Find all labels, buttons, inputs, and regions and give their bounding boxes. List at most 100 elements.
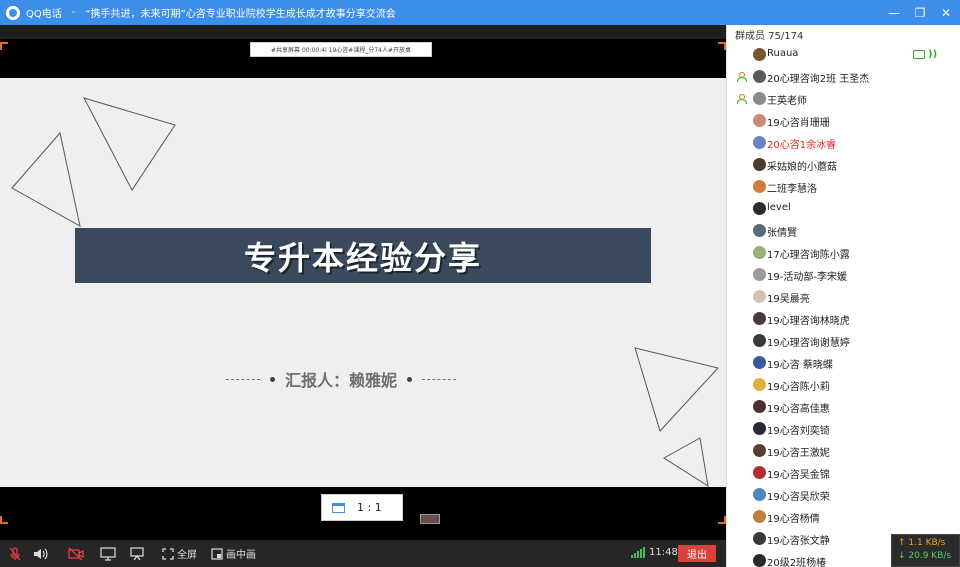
member-row[interactable]: 19心咨杨倩 <box>727 506 960 528</box>
member-row[interactable]: 19心咨 蔡晓蝶 <box>727 352 960 374</box>
avatar <box>753 180 766 193</box>
slide-reporter-line: 汇报人：赖雅妮 <box>216 368 466 390</box>
speaking-indicator: )) <box>913 49 937 60</box>
presenter-thumbnail[interactable] <box>420 514 440 524</box>
member-row[interactable]: 19-活动部-李宋媛 <box>727 264 960 286</box>
slide-reporter: 汇报人：赖雅妮 <box>284 371 397 390</box>
avatar <box>753 532 766 545</box>
avatar <box>753 312 766 325</box>
screen-share-icon <box>913 50 925 59</box>
avatar <box>753 510 766 523</box>
member-row[interactable]: 19心咨吴欣荣 <box>727 484 960 506</box>
speaker-icon[interactable] <box>32 540 48 567</box>
member-name: 二班李慧洛 <box>767 184 817 195</box>
member-row[interactable]: 20心理咨询2班 王圣杰 <box>727 66 960 88</box>
member-row[interactable]: 采姑娘的小蘑菇 <box>727 154 960 176</box>
member-name: 19心咨陈小莉 <box>767 382 830 393</box>
presentation-icon[interactable] <box>129 540 145 567</box>
ratio-label: 1 : 1 <box>357 501 382 514</box>
member-name: 19心咨王激妮 <box>767 448 830 459</box>
member-row[interactable]: level <box>727 198 960 220</box>
close-button[interactable]: ✕ <box>938 5 954 21</box>
member-name: 20心理咨询2班 王圣杰 <box>767 74 870 85</box>
member-row[interactable]: 19心咨高佳惠 <box>727 396 960 418</box>
corner-marker <box>718 516 726 524</box>
member-row[interactable]: 19心咨肖珊珊 <box>727 110 960 132</box>
member-name: 19心咨吴欣荣 <box>767 492 830 503</box>
avatar <box>753 554 766 567</box>
avatar <box>753 246 766 259</box>
avatar <box>753 158 766 171</box>
share-status-strip: #共享屏幕 00:00:4l 19心咨#课程_分74人#开放桌 <box>250 42 432 57</box>
leave-call-button[interactable]: 退出 <box>678 545 716 562</box>
restore-button[interactable]: ❐ <box>912 5 928 21</box>
member-name: 19-活动部-李宋媛 <box>767 272 847 283</box>
member-row[interactable]: 17心理咨询陈小露 <box>727 242 960 264</box>
avatar <box>753 70 766 83</box>
window-title: “携手共进，未来可期”心咨专业职业院校学生成长成才故事分享交流会 <box>85 9 396 20</box>
avatar <box>753 444 766 457</box>
member-row[interactable]: 20心咨1余冰睿 <box>727 132 960 154</box>
title-separator: - <box>71 7 76 18</box>
member-row[interactable]: 19心咨刘奕锜 <box>727 418 960 440</box>
bullet-dot <box>269 376 275 382</box>
member-name: Ruaua <box>767 48 799 59</box>
member-name: 张倩賢 <box>767 228 797 239</box>
admin-user-icon <box>736 93 748 105</box>
member-row[interactable]: 19心咨王激妮 <box>727 440 960 462</box>
member-row[interactable]: 19吴晨亮 <box>727 286 960 308</box>
member-row[interactable]: 王英老师 <box>727 88 960 110</box>
app-name: QQ电话 <box>26 9 62 20</box>
member-row[interactable]: 19心咨陈小莉 <box>727 374 960 396</box>
member-row[interactable]: 张倩賢 <box>727 220 960 242</box>
member-name: level <box>767 202 791 213</box>
download-speed: ↓ 20.9 KB/s <box>898 551 952 561</box>
qq-logo-icon <box>6 5 20 20</box>
shared-screen-stage[interactable]: #共享屏幕 00:00:4l 19心咨#课程_分74人#开放桌 专升本经验分享 … <box>0 25 726 540</box>
minimize-button[interactable]: — <box>886 5 902 21</box>
member-row[interactable]: 二班李慧洛 <box>727 176 960 198</box>
corner-marker <box>0 42 8 50</box>
member-name: 20级2班杨椿 <box>767 558 827 567</box>
screen-share-icon[interactable] <box>100 540 116 567</box>
divider <box>422 378 456 380</box>
window-icon <box>332 502 345 513</box>
member-row[interactable]: 19心理咨询谢慧婷 <box>727 330 960 352</box>
member-name: 19心理咨询谢慧婷 <box>767 338 850 349</box>
member-row[interactable]: 19心理咨询林晓虎 <box>727 308 960 330</box>
slide-title-banner: 专升本经验分享 <box>75 228 651 283</box>
pip-button[interactable]: 画中画 <box>211 540 256 567</box>
member-list[interactable]: Ruaua)) 20心理咨询2班 王圣杰王英老师 19心咨肖珊珊 20心咨1余冰睿采姑… <box>727 44 960 567</box>
member-name: 19心咨吴金锦 <box>767 470 830 481</box>
picture-in-picture-icon <box>211 547 223 560</box>
call-toolbar: 全屏 画中画 11:48 退出 <box>0 540 726 567</box>
member-name: 20心咨1余冰睿 <box>767 140 837 151</box>
window-controls: — ❐ ✕ <box>886 0 954 25</box>
avatar <box>753 488 766 501</box>
member-name: 19心咨刘奕锜 <box>767 426 830 437</box>
fullscreen-icon <box>162 547 174 560</box>
camera-off-icon[interactable] <box>68 540 84 567</box>
member-name: 19心咨肖珊珊 <box>767 118 830 129</box>
avatar <box>753 48 766 61</box>
bullet-dot <box>407 376 412 382</box>
member-name: 19心咨高佳惠 <box>767 404 830 415</box>
slide-decoration-triangles <box>11 97 719 488</box>
member-name: 17心理咨询陈小露 <box>767 250 850 261</box>
avatar <box>753 400 766 413</box>
member-name: 19心咨 蔡晓蝶 <box>767 360 833 371</box>
avatar <box>753 466 766 479</box>
member-row[interactable]: 19心咨吴金锦 <box>727 462 960 484</box>
member-row[interactable]: Ruaua)) <box>727 44 960 66</box>
member-count-header: 群成员 75/174 <box>735 31 804 42</box>
slide-title: 专升本经验分享 <box>243 238 482 277</box>
avatar <box>753 422 766 435</box>
fullscreen-button[interactable]: 全屏 <box>162 540 197 567</box>
mic-muted-icon[interactable] <box>8 540 22 567</box>
avatar <box>753 202 766 215</box>
presentation-slide: 专升本经验分享 汇报人：赖雅妮 <box>0 78 726 488</box>
avatar <box>753 114 766 127</box>
ratio-toggle-button[interactable]: 1 : 1 <box>321 494 403 521</box>
member-list-panel[interactable]: 群成员 75/174 Ruaua)) 20心理咨询2班 王圣杰王英老师 19心咨肖珊… <box>726 25 960 567</box>
member-name: 19心咨杨倩 <box>767 514 820 525</box>
